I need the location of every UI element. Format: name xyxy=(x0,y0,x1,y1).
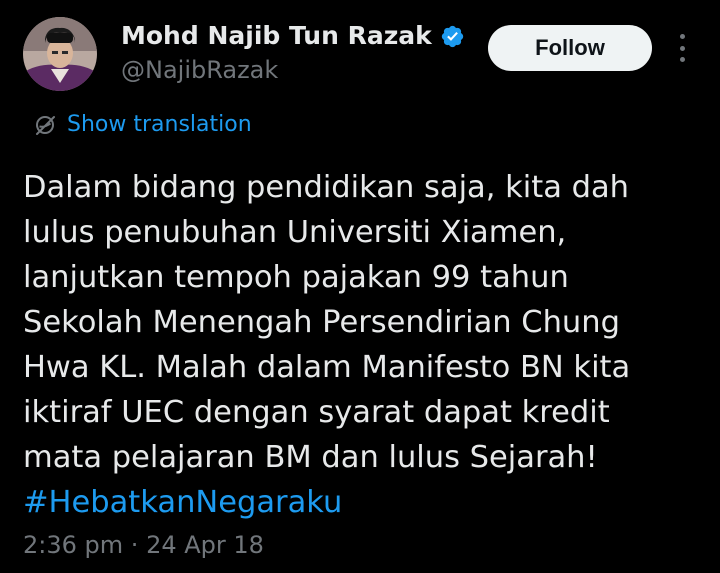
tweet-timestamp: 2:36 pm · 24 Apr 18 xyxy=(23,528,264,562)
avatar[interactable] xyxy=(23,17,97,91)
more-vertical-icon[interactable] xyxy=(670,32,694,64)
hashtag-link[interactable]: #HebatkanNegaraku xyxy=(23,480,703,525)
tweet-text-line: Hwa KL. Malah dalam Manifesto BN kita xyxy=(23,350,631,385)
verified-badge-icon[interactable] xyxy=(440,24,465,49)
tweet-text-line: lulus penubuhan Universiti Xiamen, xyxy=(23,215,567,250)
tweet-card: Mohd Najib Tun Razak @NajibRazak Follow … xyxy=(0,0,720,573)
tweet-text-line: Sekolah Menengah Persendirian Chung xyxy=(23,305,620,340)
show-translation-link[interactable]: Show translation xyxy=(33,110,252,140)
tweet-text-line: Dalam bidang pendidikan saja, kita dah xyxy=(23,170,629,205)
follow-button[interactable]: Follow xyxy=(488,25,652,71)
more-dot xyxy=(679,45,685,51)
tweet-text-line: mata pelajaran BM dan lulus Sejarah! xyxy=(23,440,598,475)
author-name[interactable]: Mohd Najib Tun Razak xyxy=(121,20,432,52)
tweet-time[interactable]: 2:36 pm xyxy=(23,531,123,559)
tweet-text-line: lanjutkan tempoh pajakan 99 tahun xyxy=(23,260,569,295)
tweet-date[interactable]: 24 Apr 18 xyxy=(146,531,264,559)
author-handle[interactable]: @NajibRazak xyxy=(121,55,278,85)
tweet-text: Dalam bidang pendidikan saja, kita dah l… xyxy=(23,165,703,525)
author-name-row: Mohd Najib Tun Razak xyxy=(121,20,465,52)
meta-separator: · xyxy=(130,531,139,559)
tweet-text-line: iktiraf UEC dengan syarat dapat kredit xyxy=(23,395,610,430)
globe-slash-icon xyxy=(33,113,57,137)
more-dot xyxy=(679,34,685,39)
show-translation-label[interactable]: Show translation xyxy=(67,110,252,140)
more-dot xyxy=(679,57,685,62)
